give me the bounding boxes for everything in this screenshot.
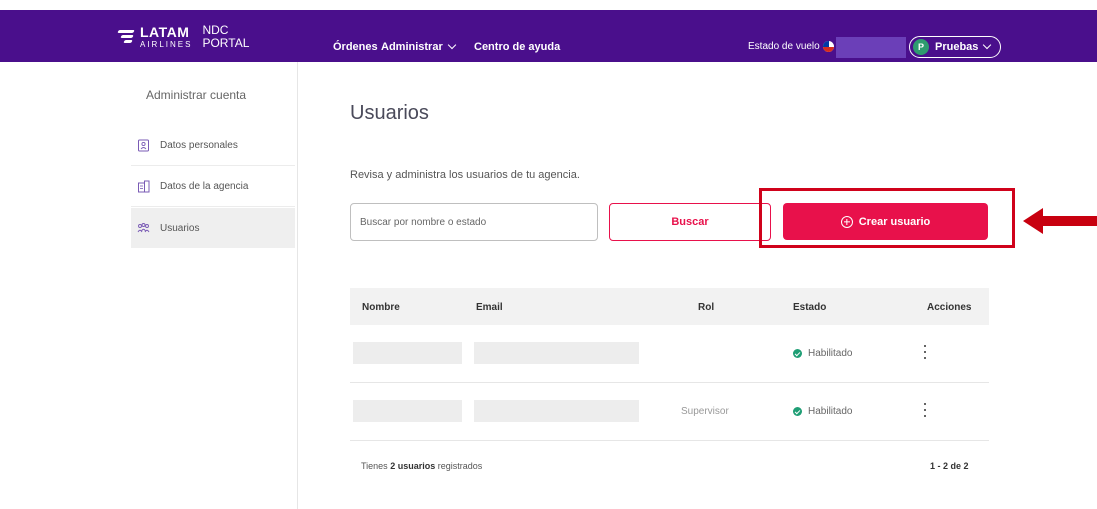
user-name: Pruebas xyxy=(935,41,979,53)
redacted-name xyxy=(353,342,462,364)
users-count-text: Tienes 2 usuarios registrados xyxy=(361,461,483,471)
person-badge-icon xyxy=(138,139,149,152)
column-header-nombre[interactable]: Nombre xyxy=(362,302,400,313)
sidebar-item-datos-personales[interactable]: Datos personales xyxy=(131,126,295,166)
status-text: Habilitado xyxy=(808,406,853,417)
brand-airlines-text: AIRLINES xyxy=(140,39,193,49)
table-row: Habilitado xyxy=(350,325,989,383)
sidebar: Administrar cuenta Datos personales Dato… xyxy=(0,62,298,509)
nav-administrar[interactable]: Administrar xyxy=(381,40,456,53)
table-header: Nombre Email Rol Estado Acciones xyxy=(350,288,989,325)
redacted-name xyxy=(353,400,462,422)
user-menu-button[interactable]: P Pruebas xyxy=(909,36,1001,58)
redacted-email xyxy=(474,400,639,422)
avatar: P xyxy=(913,39,929,55)
brand-latam-text: LATAM xyxy=(140,23,190,40)
check-circle-icon xyxy=(793,349,802,358)
sidebar-item-usuarios[interactable]: Usuarios xyxy=(131,208,295,248)
chile-flag-icon[interactable] xyxy=(823,41,834,52)
sidebar-item-label: Usuarios xyxy=(160,222,200,234)
role-cell: Supervisor xyxy=(681,406,729,417)
page-subtitle: Revisa y administra los usuarios de tu a… xyxy=(350,169,580,181)
portal-line-2: PORTAL xyxy=(202,35,250,50)
pagination-info: 1 - 2 de 2 xyxy=(930,461,969,471)
arrow-left-icon xyxy=(1023,208,1097,234)
nav-ordenes[interactable]: Órdenes xyxy=(333,41,378,53)
status-badge: Habilitado xyxy=(793,406,852,417)
sidebar-item-label: Datos personales xyxy=(160,140,238,151)
latam-logo-icon xyxy=(117,28,136,46)
portal-line-1: NDC xyxy=(202,23,229,37)
building-icon xyxy=(138,180,150,193)
redacted-field xyxy=(836,37,906,58)
nav-centro-de-ayuda[interactable]: Centro de ayuda xyxy=(474,41,560,53)
column-header-acciones: Acciones xyxy=(927,302,972,313)
nav-administrar-label: Administrar xyxy=(381,41,443,53)
column-header-email[interactable]: Email xyxy=(476,302,503,313)
table-row: Supervisor Habilitado xyxy=(350,383,989,441)
top-navigation-bar: LATAM AIRLINES NDC PORTAL Órdenes Admini… xyxy=(0,10,1097,62)
estado-de-vuelo-link[interactable]: Estado de vuelo xyxy=(748,41,820,52)
chevron-down-icon xyxy=(983,40,992,50)
redacted-email xyxy=(474,342,639,364)
status-text: Habilitado xyxy=(808,348,853,359)
status-badge: Habilitado xyxy=(793,348,852,359)
search-input[interactable] xyxy=(350,203,598,241)
highlight-annotation-box xyxy=(759,188,1015,248)
column-header-estado[interactable]: Estado xyxy=(793,302,826,313)
page-title: Usuarios xyxy=(350,102,429,124)
sidebar-title: Administrar cuenta xyxy=(146,88,247,102)
sidebar-item-label: Datos de la agencia xyxy=(160,181,249,192)
more-vertical-icon[interactable] xyxy=(923,345,927,359)
users-count: 2 usuarios xyxy=(390,461,436,471)
search-button[interactable]: Buscar xyxy=(609,203,771,241)
column-header-rol[interactable]: Rol xyxy=(698,302,714,313)
latam-logo[interactable]: LATAM AIRLINES NDC PORTAL xyxy=(117,23,250,50)
users-icon xyxy=(137,222,150,232)
check-circle-icon xyxy=(793,407,802,416)
sidebar-item-datos-agencia[interactable]: Datos de la agencia xyxy=(131,167,295,207)
more-vertical-icon[interactable] xyxy=(923,403,927,417)
chevron-down-icon xyxy=(447,40,456,50)
